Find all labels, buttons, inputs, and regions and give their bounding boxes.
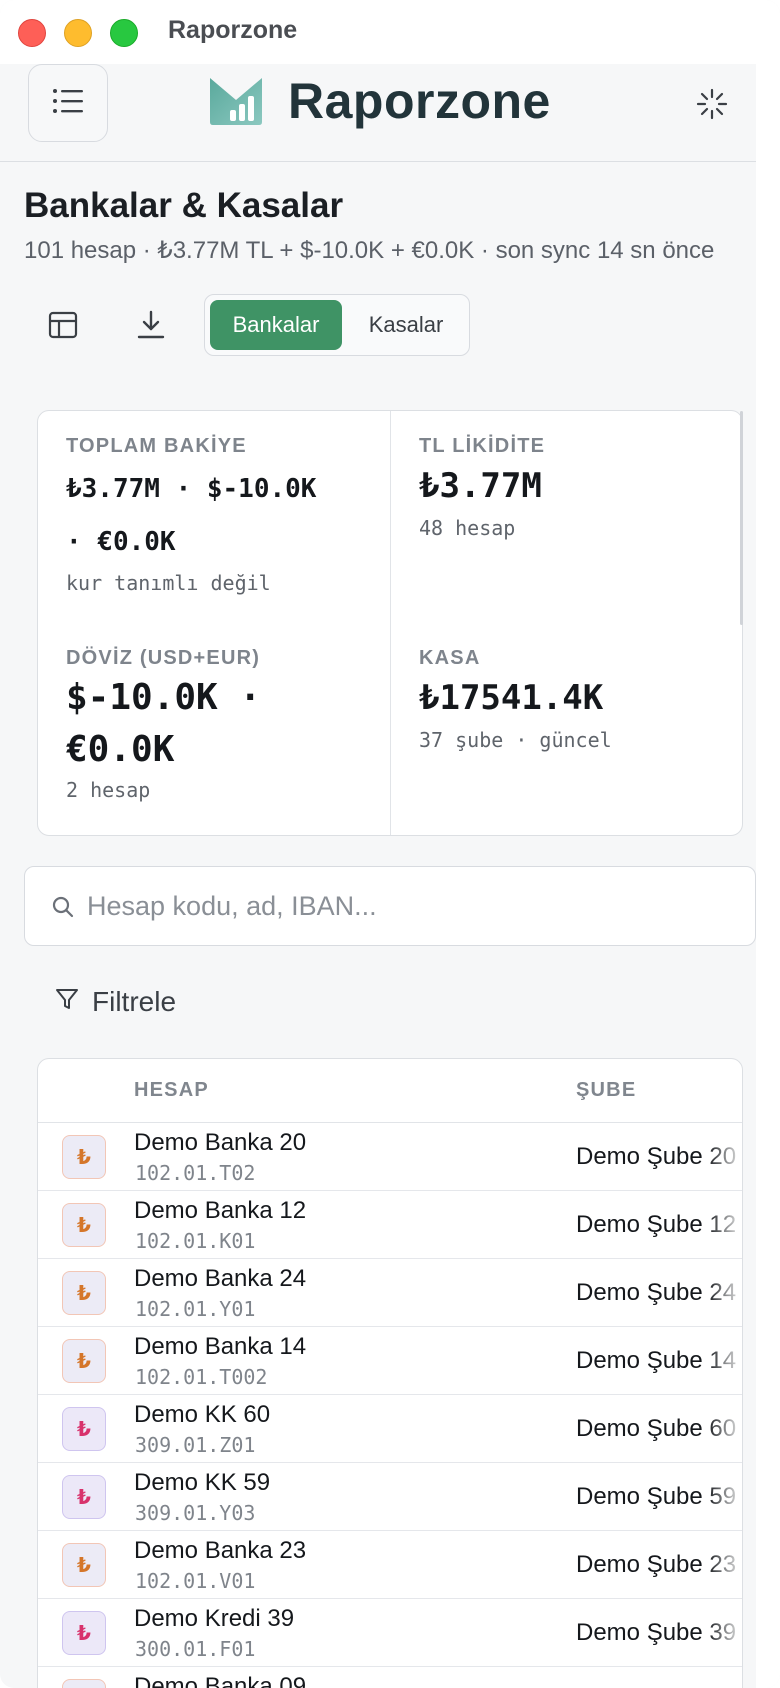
branch-name: Demo Şube 60: [576, 1415, 737, 1442]
account-code: 102.01.T02: [135, 1161, 256, 1185]
account-name: Demo KK 60: [134, 1401, 271, 1428]
table-row[interactable]: ₺ Demo Banka 24 102.01.Y01 Demo Şube 24: [38, 1259, 742, 1327]
branch-name: Demo Şube 20: [576, 1143, 737, 1170]
branch-name: Demo Şube 23: [576, 1551, 737, 1578]
currency-try-icon: ₺: [62, 1611, 106, 1655]
accounts-table: HESAP ŞUBE ₺ Demo Banka 20 102.01.T02 Demo …: [37, 1058, 743, 1688]
window-titlebar: Raporzone: [0, 0, 780, 64]
table-row[interactable]: ₺ Demo KK 60 309.01.Z01 Demo Şube 60: [38, 1395, 742, 1463]
currency-try-icon: ₺: [62, 1407, 106, 1451]
account-name: Demo Banka 24: [134, 1265, 307, 1292]
column-header-account[interactable]: HESAP: [134, 1079, 209, 1102]
kpi-value: ₺3.77M · $-10.0K: [66, 474, 317, 504]
table-row[interactable]: ₺ Demo Banka 09: [38, 1667, 742, 1688]
kpi-fx: DÖVİZ (USD+EUR) $-10.0K · €0.0K 2 hesap: [66, 647, 376, 802]
account-code: 300.01.F01: [135, 1637, 256, 1661]
account-code: 309.01.Z01: [135, 1433, 256, 1457]
account-name: Demo Banka 20: [134, 1129, 307, 1156]
table-row[interactable]: ₺ Demo Banka 20 102.01.T02 Demo Şube 20: [38, 1123, 742, 1191]
currency-try-icon: ₺: [62, 1271, 106, 1315]
kpi-note: 2 hesap: [66, 778, 151, 802]
branch-name: Demo Şube 59: [576, 1483, 737, 1510]
kpi-value: ₺3.77M: [419, 466, 542, 506]
branch-name: Demo Şube 14: [576, 1347, 737, 1374]
kpi-value: €0.0K: [66, 729, 175, 770]
kpi-value: · €0.0K: [66, 527, 176, 557]
kpi-tl-liquidity: TL LİKİDİTE ₺3.77M 48 hesap: [419, 435, 719, 540]
currency-try-icon: ₺: [62, 1475, 106, 1519]
kpi-value: ₺17541.4K: [419, 678, 604, 718]
kpi-note: 48 hesap: [419, 516, 516, 540]
account-name: Demo Banka 09: [134, 1673, 307, 1688]
search-input[interactable]: [87, 867, 727, 945]
sync-spinner-icon[interactable]: [694, 86, 730, 122]
minimize-window-button[interactable]: [64, 19, 92, 47]
currency-try-icon: ₺: [62, 1203, 106, 1247]
window-edge: [756, 64, 780, 1688]
branch-name: Demo Şube 24: [576, 1279, 737, 1306]
kpi-scrollbar[interactable]: [740, 411, 743, 625]
branch-name: Demo Şube 39: [576, 1619, 737, 1646]
branch-name: Demo Şube 12: [576, 1211, 737, 1238]
tab-bankalar[interactable]: Bankalar: [210, 300, 342, 350]
table-row[interactable]: ₺ Demo Kredi 39 300.01.F01 Demo Şube 39: [38, 1599, 742, 1667]
search-icon: [51, 895, 75, 924]
currency-try-icon: ₺: [62, 1339, 106, 1383]
kpi-label: TL LİKİDİTE: [419, 435, 546, 457]
logo-icon: [208, 74, 264, 126]
table-view-icon[interactable]: [46, 308, 82, 344]
kpi-label: TOPLAM BAKİYE: [66, 435, 247, 457]
filter-label: Filtrele: [92, 986, 177, 1017]
search-box: [24, 866, 756, 946]
currency-try-icon: ₺: [62, 1543, 106, 1587]
tab-kasalar[interactable]: Kasalar: [345, 300, 467, 350]
kpi-total-balance: TOPLAM BAKİYE ₺3.77M · $-10.0K · €0.0K k…: [66, 435, 376, 595]
account-code: 102.01.K01: [135, 1229, 256, 1253]
table-row[interactable]: ₺ Demo Banka 23 102.01.V01 Demo Şube 23: [38, 1531, 742, 1599]
kpi-note: 37 şube · güncel: [419, 728, 612, 752]
window-title: Raporzone: [168, 16, 298, 44]
hamburger-icon: [52, 88, 84, 119]
account-name: Demo Banka 14: [134, 1333, 307, 1360]
filter-button[interactable]: Filtrele: [54, 982, 176, 1022]
table-header: HESAP ŞUBE: [38, 1059, 742, 1123]
kpi-note: kur tanımlı değil: [66, 571, 271, 595]
app-header: Raporzone: [0, 64, 780, 162]
currency-try-icon: ₺: [62, 1135, 106, 1179]
app-window: Raporzone Raporzone Bankalar & Kasalar 1…: [0, 0, 780, 1688]
account-name: Demo Banka 23: [134, 1537, 307, 1564]
kpi-value: $-10.0K ·: [66, 677, 262, 718]
zoom-window-button[interactable]: [110, 19, 138, 47]
page-title: Bankalar & Kasalar: [24, 186, 344, 225]
account-name: Demo Kredi 39: [134, 1605, 295, 1632]
table-row[interactable]: ₺ Demo Banka 14 102.01.T002 Demo Şube 14: [38, 1327, 742, 1395]
kpi-kasa: KASA ₺17541.4K 37 şube · güncel: [419, 647, 719, 752]
menu-button[interactable]: [28, 64, 108, 142]
account-name: Demo KK 59: [134, 1469, 271, 1496]
brand-name: Raporzone: [288, 73, 551, 129]
download-icon[interactable]: [134, 308, 170, 344]
filter-icon: [54, 986, 80, 1019]
table-row[interactable]: ₺ Demo Banka 12 102.01.K01 Demo Şube 12: [38, 1191, 742, 1259]
close-window-button[interactable]: [18, 19, 46, 47]
column-header-branch[interactable]: ŞUBE: [576, 1079, 636, 1102]
currency-try-icon: ₺: [62, 1679, 106, 1688]
account-code: 309.01.Y03: [135, 1501, 256, 1525]
kpi-card: TOPLAM BAKİYE ₺3.77M · $-10.0K · €0.0K k…: [37, 410, 743, 836]
kpi-label: DÖVİZ (USD+EUR): [66, 647, 261, 669]
account-name: Demo Banka 12: [134, 1197, 307, 1224]
bank-cash-toggle: Bankalar Kasalar: [204, 294, 470, 356]
account-code: 102.01.Y01: [135, 1297, 256, 1321]
page-subtitle: 101 hesap · ₺3.77M TL + $-10.0K + €0.0K …: [24, 237, 715, 264]
table-row[interactable]: ₺ Demo KK 59 309.01.Y03 Demo Şube 59: [38, 1463, 742, 1531]
kpi-divider: [390, 411, 391, 835]
account-code: 102.01.T002: [135, 1365, 268, 1389]
kpi-label: KASA: [419, 647, 481, 669]
account-code: 102.01.V01: [135, 1569, 256, 1593]
